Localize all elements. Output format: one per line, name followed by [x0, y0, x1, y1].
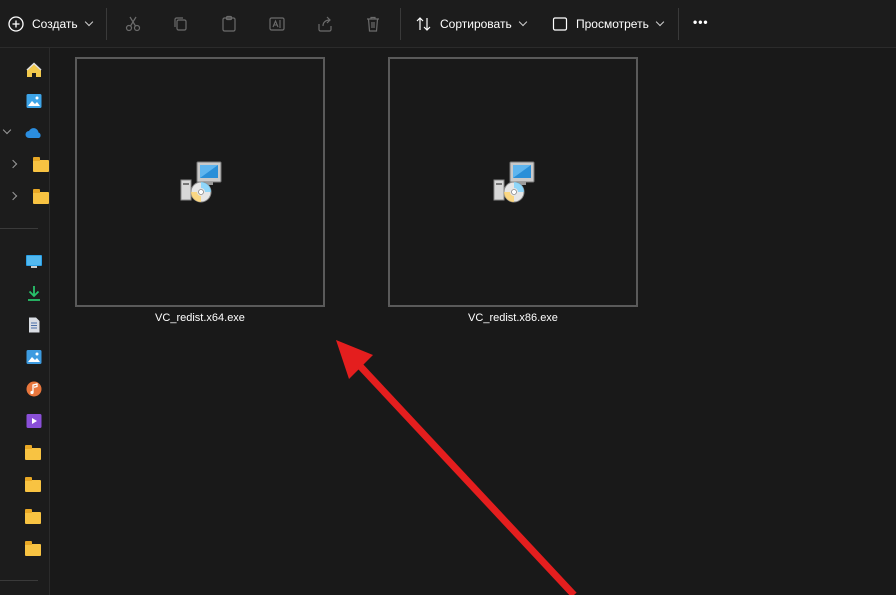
red-arrow-annotation [336, 340, 577, 595]
